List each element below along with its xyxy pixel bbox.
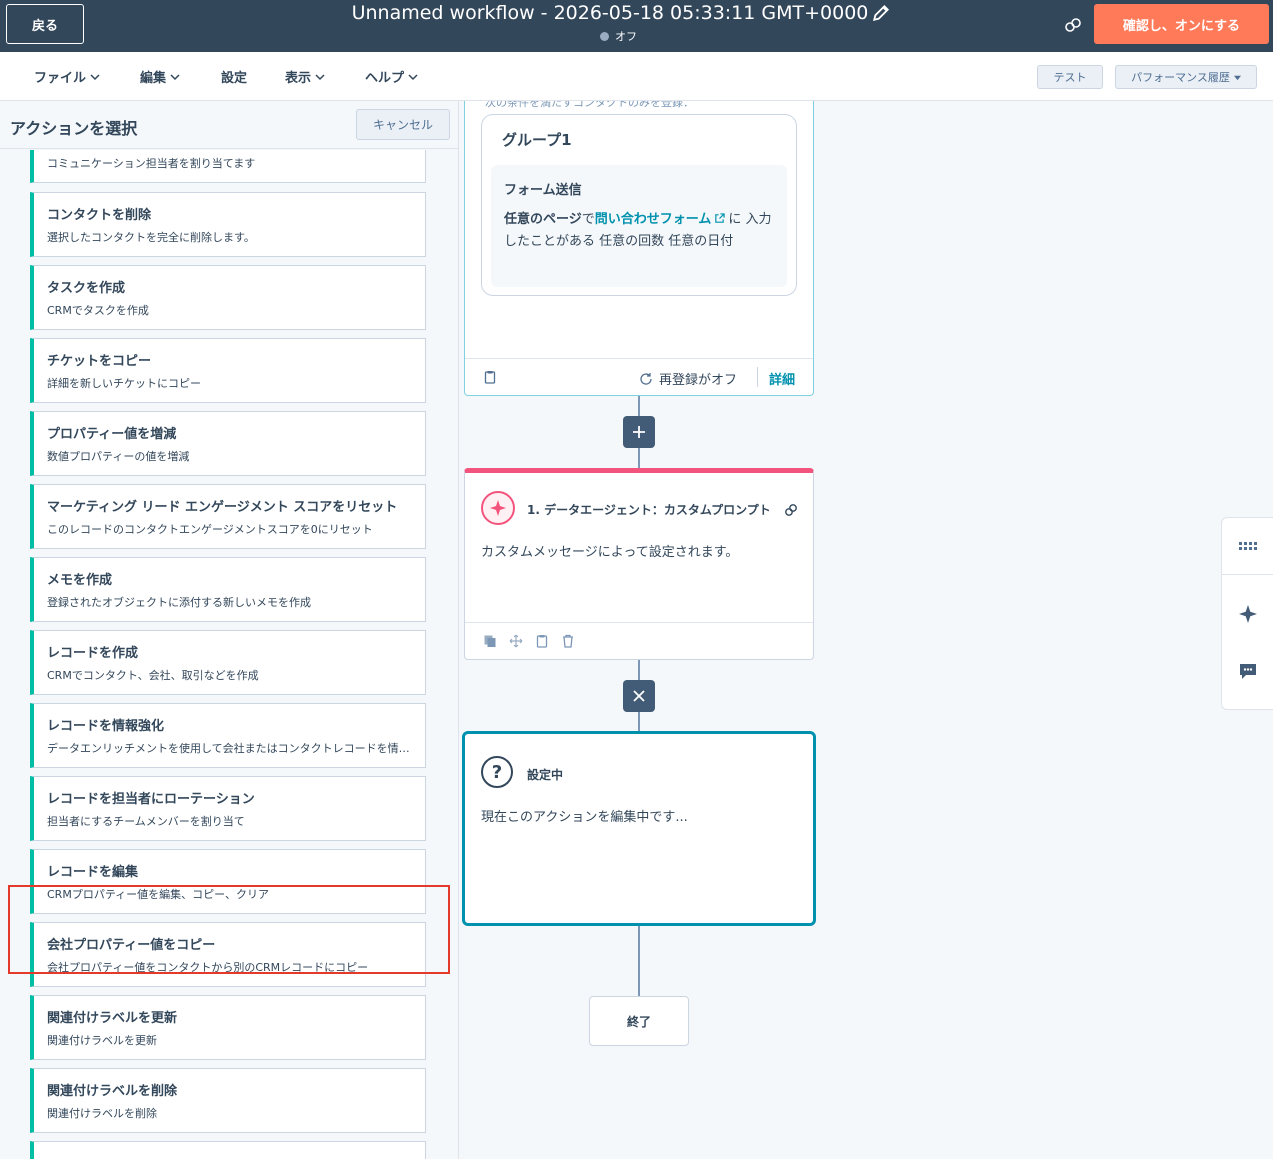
connector-line xyxy=(638,926,640,996)
action-item-update-association-label[interactable]: 関連付けラベルを更新 関連付けラベルを更新 xyxy=(30,995,426,1060)
rail-divider xyxy=(1222,574,1273,575)
test-button[interactable]: テスト xyxy=(1037,65,1103,89)
action-item[interactable] xyxy=(30,1141,426,1159)
status-dot xyxy=(600,31,609,41)
close-icon xyxy=(633,690,645,702)
form-link[interactable]: 問い合わせフォーム xyxy=(595,212,712,227)
chevron-down-icon xyxy=(90,73,100,80)
footer-divider xyxy=(757,367,758,387)
reenrollment-status[interactable]: 再登録がオフ xyxy=(639,369,737,388)
action-item-copy-ticket[interactable]: チケットをコピー 詳細を新しいチケットにコピー xyxy=(30,338,426,403)
question-icon: ? xyxy=(481,756,513,788)
trigger-card-footer: 再登録がオフ 詳細 xyxy=(465,358,813,395)
workflow-canvas: 次の条件を満たすコンタクトのみを登録： グループ1 フォーム送信 任意のページで… xyxy=(460,101,1273,1159)
workflow-status: オフ xyxy=(600,28,680,44)
panel-header: アクションを選択 キャンセル xyxy=(0,101,458,149)
condition-text: 任意のページで問い合わせフォームに 入力したことがある 任意の回数 任意の日付 xyxy=(504,212,772,249)
action-item-delete-association-label[interactable]: 関連付けラベルを削除 関連付けラベルを削除 xyxy=(30,1068,426,1133)
caret-down-icon xyxy=(1233,75,1241,80)
action-item-reset-engagement-score[interactable]: マーケティング リード エンゲージメント スコアをリセット このレコードのコンタク… xyxy=(30,484,426,549)
back-button[interactable]: 戻る xyxy=(6,4,84,44)
add-action-button[interactable] xyxy=(623,416,655,448)
external-link-icon[interactable] xyxy=(714,213,726,224)
data-agent-action-card[interactable]: 1. データエージェント：カスタムプロンプト カスタムメッセージによって設定され… xyxy=(464,468,814,660)
refresh-icon xyxy=(640,372,652,385)
edit-icon[interactable] xyxy=(872,4,890,22)
right-tool-rail xyxy=(1221,517,1273,710)
menu-view[interactable]: 表示 xyxy=(285,67,325,86)
confirm-turn-on-button[interactable]: 確認し、オンにする xyxy=(1094,4,1269,44)
trigger-group: グループ1 フォーム送信 任意のページで問い合わせフォームに 入力したことがある… xyxy=(481,114,797,296)
agent-card-footer xyxy=(465,622,813,659)
link-icon[interactable] xyxy=(783,502,799,518)
sparkle-icon[interactable] xyxy=(1238,604,1258,624)
grid-icon[interactable] xyxy=(1238,536,1258,556)
menu-edit[interactable]: 編集 xyxy=(140,67,180,86)
close-action-button[interactable] xyxy=(623,680,655,712)
chevron-down-icon xyxy=(315,73,325,80)
action-item[interactable]: コミュニケーション担当者を割り当てます xyxy=(30,150,426,183)
group-title: グループ1 xyxy=(502,131,572,149)
action-item-increment-property[interactable]: プロパティー値を増減 数値プロパティーの値を増減 xyxy=(30,411,426,476)
menu-help[interactable]: ヘルプ xyxy=(365,67,418,86)
pending-action-title: 設定中 xyxy=(527,768,564,782)
trigger-criteria-text: 次の条件を満たすコンタクトのみを登録： xyxy=(485,101,694,109)
move-icon[interactable] xyxy=(509,634,523,648)
enrollment-trigger-card[interactable]: 次の条件を満たすコンタクトのみを登録： グループ1 フォーム送信 任意のページで… xyxy=(464,101,814,396)
menu-bar: ファイル 編集 設定 表示 ヘルプ テスト パフォーマンス履歴 xyxy=(0,52,1273,101)
action-select-panel: アクションを選択 キャンセル コミュニケーション担当者を割り当てます コンタクト… xyxy=(0,101,459,1159)
sparkle-icon xyxy=(481,491,515,525)
details-link[interactable]: 詳細 xyxy=(769,369,795,388)
clipboard-icon[interactable] xyxy=(535,634,549,648)
action-item-create-task[interactable]: タスクを作成 CRMでタスクを作成 xyxy=(30,265,426,330)
action-item-delete-contact[interactable]: コンタクトを削除 選択したコンタクトを完全に削除します。 xyxy=(30,192,426,257)
action-item-rotate-record[interactable]: レコードを担当者にローテーション 担当者にするチームメンバーを割り当て xyxy=(30,776,426,841)
action-item-create-note[interactable]: メモを作成 登録されたオブジェクトに添付する新しいメモを作成 xyxy=(30,557,426,622)
action-item-create-record[interactable]: レコードを作成 CRMでコンタクト、会社、取引などを作成 xyxy=(30,630,426,695)
pending-action-description: 現在このアクションを編集中です... xyxy=(481,810,688,825)
top-header: 戻る Unnamed workflow - 2026-05-18 05:33:1… xyxy=(0,0,1273,52)
trigger-condition: フォーム送信 任意のページで問い合わせフォームに 入力したことがある 任意の回数… xyxy=(491,165,787,287)
agent-action-title: 1. データエージェント：カスタムプロンプト xyxy=(527,503,771,517)
chat-icon[interactable] xyxy=(1238,661,1258,681)
status-label: オフ xyxy=(615,30,637,43)
trash-icon[interactable] xyxy=(561,634,575,648)
workflow-end: 終了 xyxy=(589,996,689,1046)
action-list: コミュニケーション担当者を割り当てます コンタクトを削除 選択したコンタクトを完全… xyxy=(0,150,458,1159)
highlight-box xyxy=(8,885,450,974)
pending-action-card[interactable]: ? 設定中 現在このアクションを編集中です... xyxy=(462,731,816,926)
chevron-down-icon xyxy=(170,73,180,80)
link-icon[interactable] xyxy=(1063,15,1083,35)
menu-file[interactable]: ファイル xyxy=(34,67,100,86)
chevron-down-icon xyxy=(408,73,418,80)
cancel-button[interactable]: キャンセル xyxy=(356,109,450,140)
performance-history-button[interactable]: パフォーマンス履歴 xyxy=(1115,65,1257,89)
panel-title: アクションを選択 xyxy=(10,119,138,138)
condition-title: フォーム送信 xyxy=(504,183,582,198)
copy-icon[interactable] xyxy=(483,634,497,648)
workflow-title[interactable]: Unnamed workflow - 2026-05-18 05:33:11 G… xyxy=(340,2,880,24)
agent-action-description: カスタムメッセージによって設定されます。 xyxy=(481,545,739,560)
action-item-enrich-record[interactable]: レコードを情報強化 データエンリッチメントを使用して会社またはコンタクトレコードを… xyxy=(30,703,426,768)
menu-settings[interactable]: 設定 xyxy=(221,67,247,86)
clipboard-icon[interactable] xyxy=(483,370,497,384)
plus-icon xyxy=(633,426,645,438)
